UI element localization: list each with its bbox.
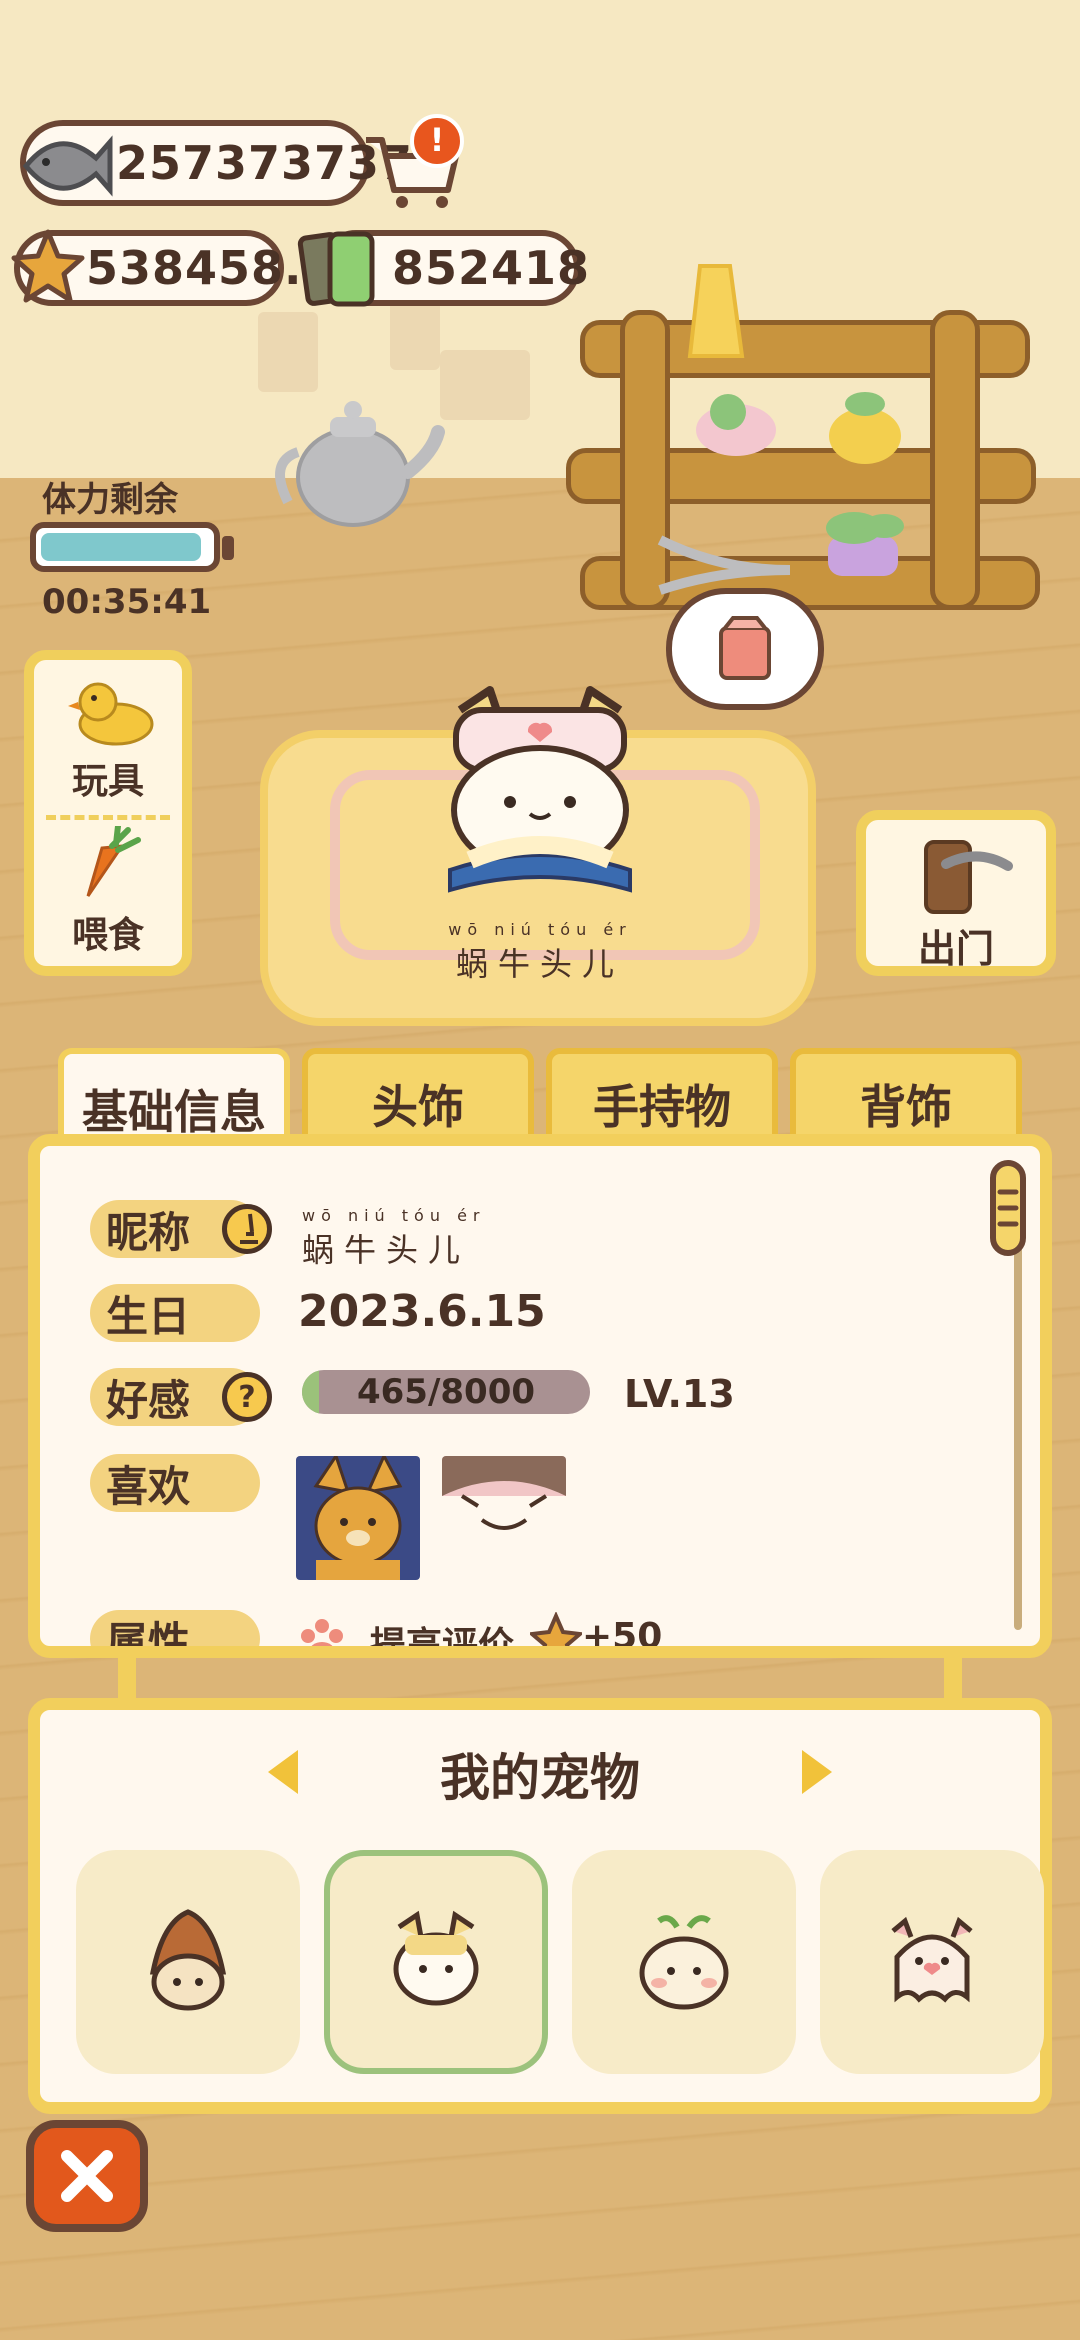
door-handle-icon <box>924 840 1013 914</box>
tab-backwear-label: 背饰 <box>860 1080 952 1134</box>
fish-icon <box>22 135 113 197</box>
birthday-label: 生日 <box>90 1284 260 1342</box>
tiger-doll-image <box>313 1456 403 1580</box>
toy-button[interactable]: 玩具 <box>34 660 182 810</box>
ghost-pet-icon <box>891 1916 973 2003</box>
lemon-plant-icon <box>829 392 901 464</box>
affection-text: 465/8000 <box>356 1372 536 1412</box>
carrot-icon <box>86 826 141 897</box>
wall-note <box>440 350 530 420</box>
liked-item-cat-photo[interactable] <box>296 1456 420 1580</box>
info-scroll-thumb[interactable] <box>990 1160 1026 1256</box>
stamina-bar <box>30 522 220 572</box>
star-bonus-icon <box>530 1612 582 1646</box>
shop-cart-button[interactable]: ! <box>360 114 464 210</box>
panel-connector <box>944 1654 962 1700</box>
feed-label: 喂食 <box>71 915 144 956</box>
close-icon <box>61 2150 113 2202</box>
birthday-value: 2023.6.15 <box>298 1286 546 1337</box>
go-out-button[interactable]: 出门 <box>856 810 1056 976</box>
cheese-icon <box>687 264 745 358</box>
toy-label: 玩具 <box>71 761 144 802</box>
affection-help-icon[interactable]: ? <box>222 1372 272 1422</box>
wall-note <box>390 300 440 370</box>
cat-face-image <box>442 1456 566 1530</box>
teapot-icon <box>275 401 445 527</box>
tab-headwear-label: 头饰 <box>372 1080 464 1134</box>
pet-name-pinyin: wō niú tóu ér <box>448 920 632 939</box>
pet-slot-chestnut[interactable] <box>76 1850 300 2074</box>
side-panel-divider <box>46 815 170 820</box>
pet-character[interactable] <box>420 680 660 910</box>
attribute-bonus: +50 <box>582 1616 663 1657</box>
rubber-duck-icon <box>68 682 154 746</box>
nickname-value: wō niú tóu ér 蜗牛头儿 <box>302 1206 485 1271</box>
pets-next-arrow-icon[interactable] <box>802 1750 832 1794</box>
cash-count: 852418 <box>392 241 591 295</box>
panel-connector <box>118 1654 136 1700</box>
snack-bag-icon <box>719 616 771 680</box>
star-icon <box>11 229 85 303</box>
peach-pet-icon <box>639 1915 729 2010</box>
my-pets-title: 我的宠物 <box>440 1749 640 1807</box>
stamina-fill <box>41 533 201 561</box>
go-out-label: 出门 <box>917 927 994 971</box>
edit-name-button[interactable] <box>222 1204 272 1254</box>
affection-bar: 465/8000 <box>302 1370 590 1414</box>
cash-bundle-icon <box>297 231 375 307</box>
wall-note <box>258 312 318 392</box>
pet-thought-bubble[interactable] <box>666 588 824 710</box>
purple-plant-icon <box>826 512 904 576</box>
stamina-bar-cap <box>222 536 234 560</box>
close-button[interactable] <box>26 2120 148 2232</box>
pet-name-hanzi: 蜗牛头儿 <box>455 945 624 983</box>
info-scrollbar[interactable] <box>990 1160 1026 1630</box>
attribute-label: 属性 <box>90 1610 260 1646</box>
pet-name-label: wō niú tóu ér 蜗牛头儿 <box>420 920 660 985</box>
shelf-leg <box>930 310 980 610</box>
my-pets-panel: 我的宠物 <box>28 1698 1052 2114</box>
side-action-panel: 玩具 喂食 <box>24 650 192 976</box>
affection-level: LV.13 <box>624 1372 735 1416</box>
pet-slot-peach[interactable] <box>572 1850 796 2074</box>
attribute-desc: 提高评价 <box>370 1625 515 1658</box>
likes-label: 喜欢 <box>90 1454 260 1512</box>
liked-item-face[interactable] <box>442 1456 566 1580</box>
tab-basic-info-label: 基础信息 <box>82 1085 266 1139</box>
nickname-pinyin: wō niú tóu ér <box>302 1206 486 1225</box>
alert-badge-icon: ! <box>410 114 464 168</box>
feed-button[interactable]: 喂食 <box>34 822 182 972</box>
cat-pet-icon <box>393 1910 479 2006</box>
stamina-timer: 00:35:41 <box>42 582 212 622</box>
pet-info-panel[interactable]: 昵称 wō niú tóu ér 蜗牛头儿 生日 2023.6.15 好感 ? … <box>28 1134 1052 1658</box>
chestnut-pet-icon <box>149 1909 227 2011</box>
grip-icon <box>997 1189 1019 1227</box>
plant-pot-icon <box>696 394 776 456</box>
brush-icon <box>240 1213 258 1244</box>
paw-icon <box>301 1619 343 1646</box>
tab-handheld-label: 手持物 <box>593 1080 731 1134</box>
pet-slot-ghost[interactable] <box>820 1850 1044 2074</box>
stamina-label: 体力剩余 <box>42 480 178 520</box>
pet-slot-selected-cat[interactable] <box>324 1850 548 2074</box>
nickname-hanzi: 蜗牛头儿 <box>302 1231 471 1269</box>
